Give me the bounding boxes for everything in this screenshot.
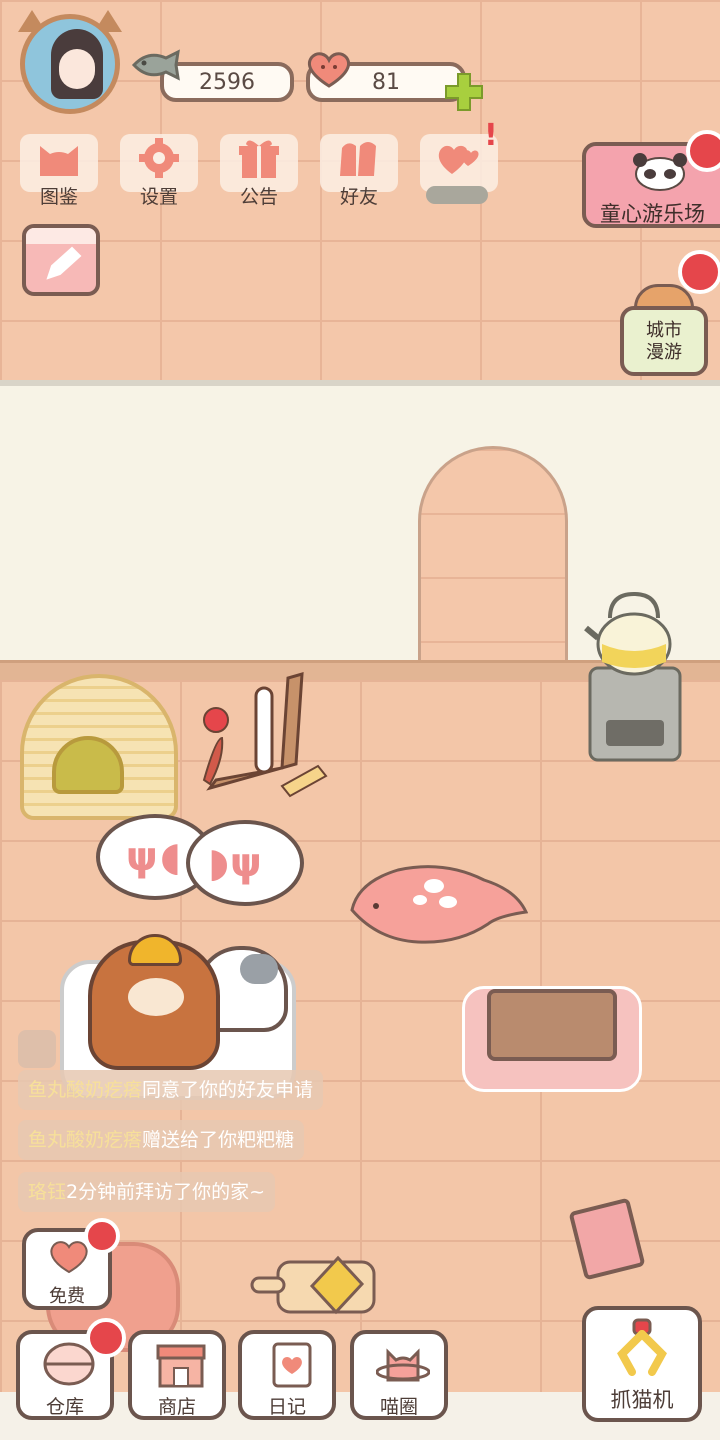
shop-label: 商店	[157, 1396, 196, 1418]
storage-label: 仓库	[45, 1396, 84, 1418]
gear-icon	[139, 138, 179, 178]
chat-collapse-icon[interactable]	[18, 1030, 56, 1068]
friends-icon	[340, 142, 376, 176]
cat-circle-label: 喵圈	[379, 1396, 418, 1418]
fish-count: 2596	[199, 69, 255, 95]
fish-icon	[131, 49, 180, 81]
menu-encyclopedia-button[interactable]: 图鉴	[16, 130, 102, 210]
city-roaming-label: 城市 漫游	[646, 320, 682, 363]
playground-label: 童心游乐场	[600, 202, 705, 226]
menu-label: 好友	[339, 186, 378, 208]
cat-head-icon	[40, 146, 78, 176]
free-notification-dot	[84, 1218, 120, 1254]
kotatsu-table[interactable]	[462, 986, 642, 1092]
menu-announcement-button[interactable]: 公告	[216, 130, 302, 210]
arched-doorway	[418, 446, 568, 682]
pink-dinosaur-plush[interactable]	[348, 860, 528, 948]
sign-in-calendar-button[interactable]	[22, 224, 100, 296]
menu-label: 公告	[239, 186, 278, 208]
food-bowl-icon	[43, 1342, 95, 1386]
menu-label: 图鉴	[39, 186, 78, 208]
cutting-board-with-butter[interactable]	[248, 1252, 378, 1318]
double-heart-icon	[438, 145, 479, 174]
fork-icon: ψ	[126, 834, 158, 880]
free-label: 免费	[49, 1286, 85, 1307]
menu-friends-button[interactable]: 好友	[316, 130, 402, 210]
menu-label-placeholder-bar	[426, 186, 488, 204]
claw-machine-button[interactable]: 抓猫机	[582, 1306, 702, 1422]
shop-button[interactable]: 商店	[128, 1330, 226, 1420]
activity-notice: 鱼丸酸奶疙瘩赠送给了你粑粑糖	[18, 1120, 305, 1160]
diary-label: 日记	[267, 1396, 306, 1418]
diary-button[interactable]: 日记	[238, 1330, 336, 1420]
activity-notice: 鱼丸酸奶疙瘩同意了你的好友申请	[18, 1070, 324, 1110]
gift-icon	[239, 140, 279, 178]
heart-icon	[307, 52, 351, 88]
brown-cat-with-hat[interactable]	[88, 934, 220, 1070]
city-roaming-button[interactable]: 城市 漫游	[620, 284, 710, 376]
claw-icon	[617, 1318, 667, 1376]
cat-circle-button[interactable]: 喵圈	[350, 1330, 448, 1420]
food-request-bubble[interactable]: ◗ ψ	[186, 820, 304, 906]
storefront-icon	[156, 1344, 206, 1388]
cat-planet-icon	[376, 1348, 430, 1382]
spoon-icon: ◖	[160, 834, 182, 880]
fork-icon: ψ	[230, 840, 262, 886]
avatar-face	[59, 49, 95, 89]
straw-cat-nest[interactable]	[20, 674, 178, 820]
player-avatar[interactable]	[20, 14, 120, 114]
panda-icon	[633, 153, 687, 191]
activity-notice: 珞钰2分钟前拜访了你的家~	[18, 1172, 276, 1212]
menu-settings-button[interactable]: 设置	[116, 130, 202, 210]
heart-count: 81	[372, 69, 400, 95]
add-hearts-plus-icon[interactable]	[442, 70, 486, 114]
storage-notification-dot	[86, 1318, 126, 1358]
pencil-icon	[46, 246, 82, 280]
city-notification-dot	[678, 250, 720, 294]
playground-notification-dot	[686, 130, 720, 172]
menu-label: 设置	[139, 186, 178, 208]
claw-machine-label: 抓猫机	[610, 1388, 674, 1412]
spoon-icon: ◗	[208, 840, 230, 886]
notebook-heart-icon	[272, 1342, 312, 1388]
exclamation-alert-icon: !	[484, 118, 498, 153]
cat-toy-stand[interactable]	[196, 668, 330, 810]
teapot-on-stove[interactable]	[584, 588, 684, 768]
